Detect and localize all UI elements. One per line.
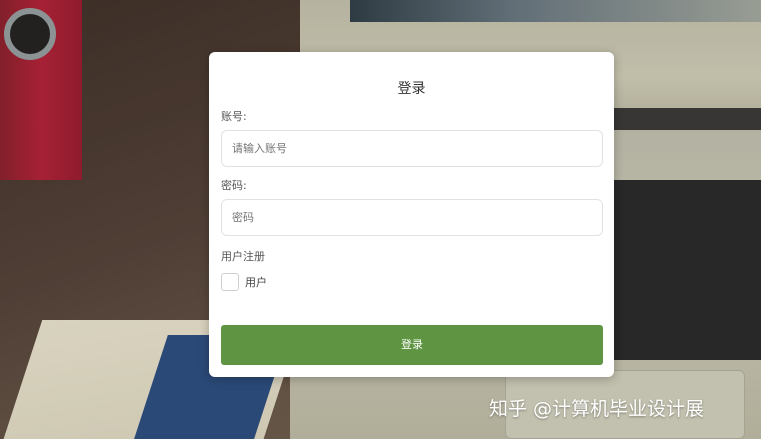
login-card: 登录 账号: 密码: 用户注册 用户 登录 <box>209 52 614 377</box>
watermark-text: 知乎 @计算机毕业设计展 <box>489 398 705 420</box>
user-role-checkbox[interactable] <box>221 273 239 291</box>
user-role-label: 用户 <box>245 276 267 289</box>
register-section-label: 用户注册 <box>221 250 265 263</box>
password-input[interactable] <box>221 199 603 236</box>
account-input[interactable] <box>221 130 603 167</box>
user-role-option[interactable]: 用户 <box>221 272 267 292</box>
login-button[interactable]: 登录 <box>221 325 603 365</box>
login-title: 登录 <box>397 81 426 97</box>
password-label: 密码: <box>221 179 247 192</box>
account-label: 账号: <box>221 110 247 123</box>
